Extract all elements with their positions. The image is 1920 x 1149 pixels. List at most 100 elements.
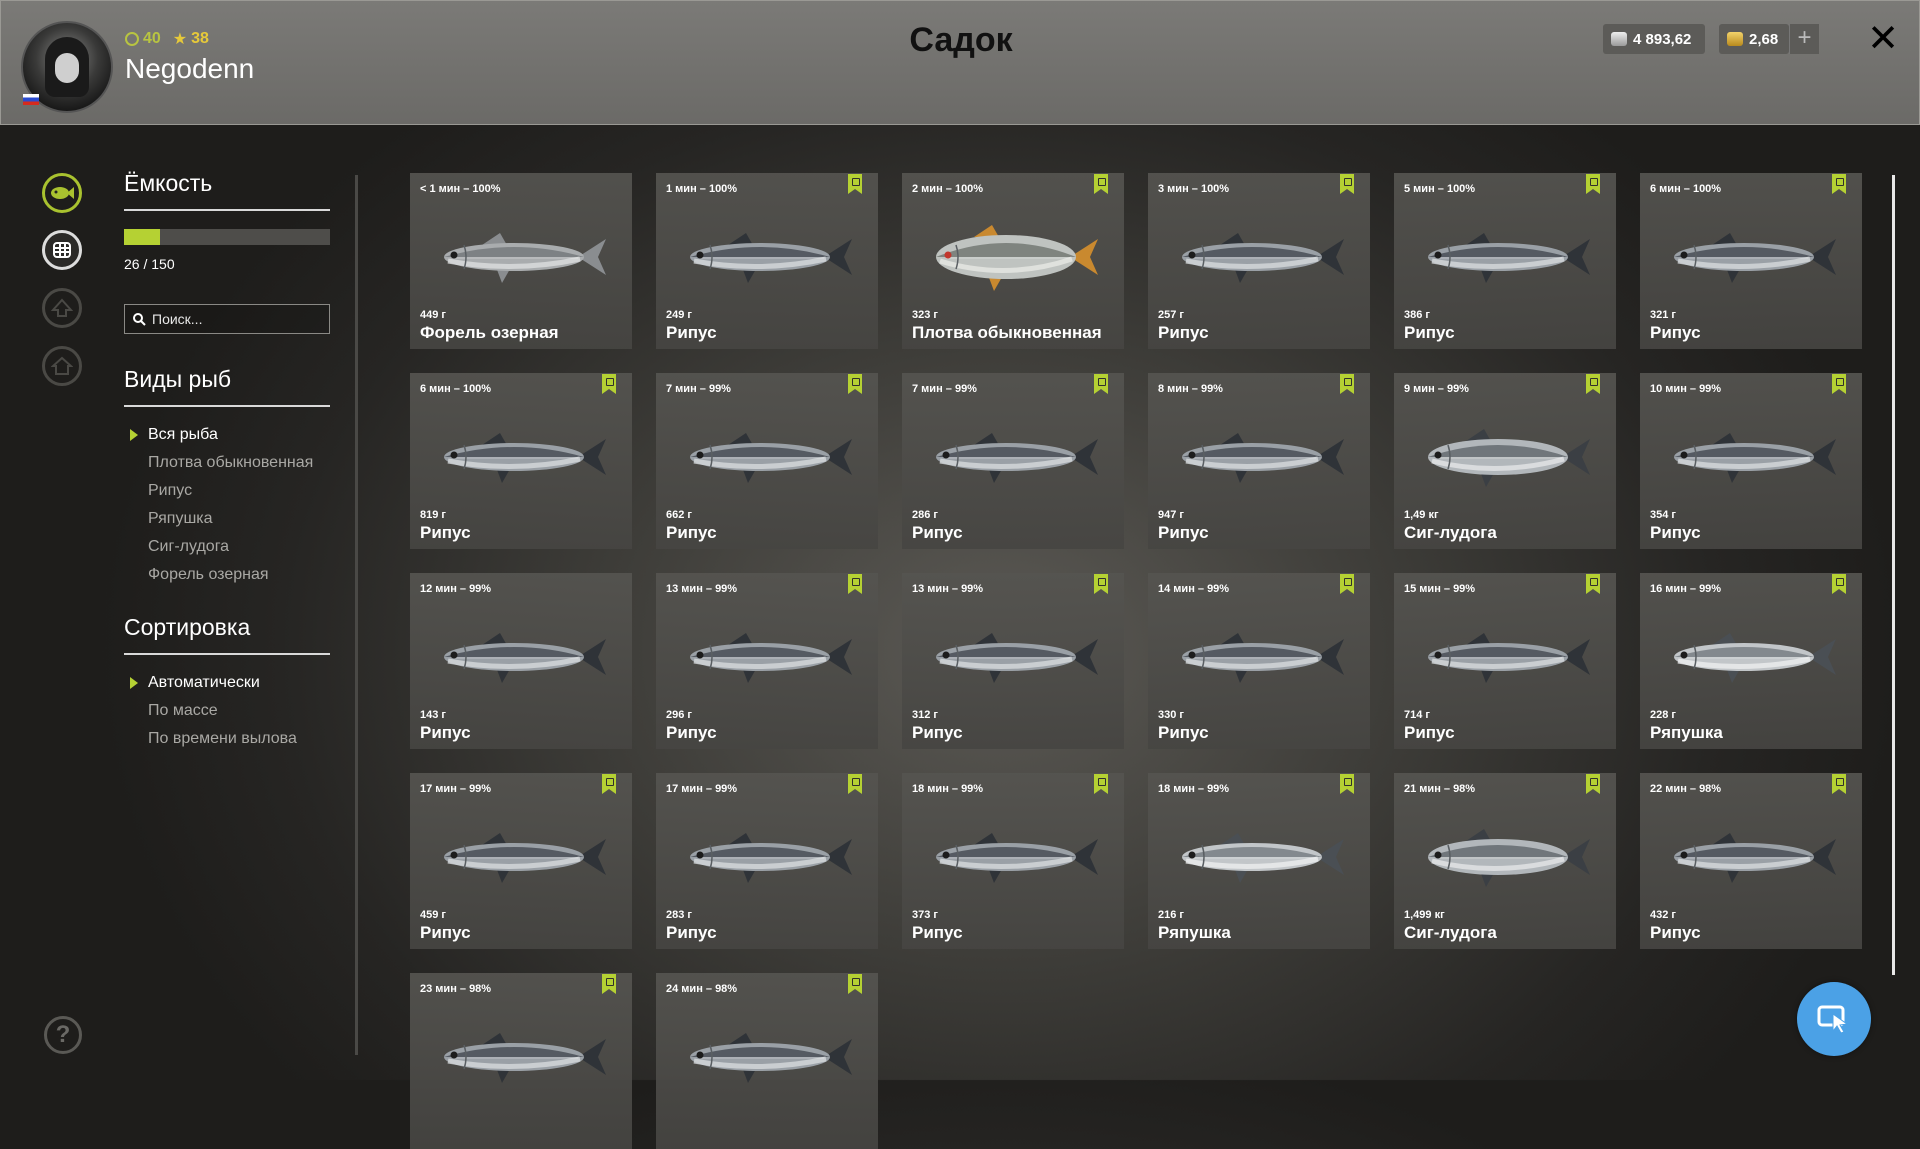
bookmark-icon[interactable] — [848, 974, 862, 994]
catch-time: 22 мин – 98% — [1650, 783, 1722, 795]
fish-card[interactable]: 23 мин – 98% — [410, 973, 632, 1149]
fish-card[interactable]: 13 мин – 99% 312 г Рипус — [902, 573, 1124, 749]
sort-option[interactable]: Автоматически — [124, 669, 330, 697]
fish-image — [1674, 833, 1836, 883]
sorting-title: Сортировка — [124, 614, 330, 655]
cursor-mode-button[interactable] — [1797, 982, 1871, 1056]
fish-image — [690, 633, 852, 683]
help-button[interactable]: ? — [44, 1016, 82, 1054]
fish-card[interactable]: 17 мин – 99% 459 г Рипус — [410, 773, 632, 949]
catch-time: < 1 мин – 100% — [420, 183, 501, 195]
fish-card[interactable]: 24 мин – 98% — [656, 973, 878, 1149]
fish-name: Рипус — [666, 523, 717, 542]
bookmark-icon[interactable] — [1094, 774, 1108, 794]
fish-name: Рипус — [912, 923, 963, 942]
species-filter-option[interactable]: Форель озерная — [124, 561, 330, 589]
sort-option[interactable]: По массе — [124, 697, 330, 725]
fish-card[interactable]: 9 мин – 99% 1,49 кг Сиг-лудога — [1394, 373, 1616, 549]
fish-card[interactable]: 22 мин – 98% 432 г Рипус — [1640, 773, 1862, 949]
panel-divider — [355, 175, 358, 1055]
close-button[interactable]: ✕ — [1865, 20, 1901, 58]
cursor-icon — [1817, 1005, 1849, 1034]
fish-name: Рипус — [1650, 923, 1701, 942]
search-input[interactable]: Поиск... — [124, 304, 330, 334]
fish-weight: 373 г — [912, 909, 938, 921]
fish-icon[interactable] — [42, 173, 82, 213]
fish-card[interactable]: 13 мин – 99% 296 г Рипус — [656, 573, 878, 749]
bookmark-icon[interactable] — [1586, 774, 1600, 794]
bookmark-icon[interactable] — [602, 974, 616, 994]
fish-image — [1182, 633, 1344, 683]
gold-amount: 2,68 — [1749, 30, 1779, 48]
grid-scrollbar[interactable] — [1892, 175, 1895, 975]
fish-image — [444, 633, 606, 683]
bookmark-icon[interactable] — [1094, 374, 1108, 394]
catch-time: 16 мин – 99% — [1650, 583, 1722, 595]
bookmark-icon[interactable] — [1340, 174, 1354, 194]
bookmark-icon[interactable] — [1832, 574, 1846, 594]
bookmark-icon[interactable] — [1094, 574, 1108, 594]
catch-time: 21 мин – 98% — [1404, 783, 1476, 795]
add-currency-button[interactable]: + — [1789, 24, 1819, 54]
bookmark-icon[interactable] — [848, 174, 862, 194]
fish-card[interactable]: 1 мин – 100% 249 г Рипус — [656, 173, 878, 349]
fish-card[interactable]: 16 мин – 99% 228 г Ряпушка — [1640, 573, 1862, 749]
fish-card[interactable]: 6 мин – 100% 819 г Рипус — [410, 373, 632, 549]
bookmark-icon[interactable] — [1340, 774, 1354, 794]
home-icon[interactable] — [42, 346, 82, 386]
fish-name: Рипус — [666, 323, 717, 342]
fish-card[interactable]: 14 мин – 99% 330 г Рипус — [1148, 573, 1370, 749]
species-filter-option[interactable]: Ряпушка — [124, 505, 330, 533]
fish-card[interactable]: 2 мин – 100% 323 г Плотва обыкновенная — [902, 173, 1124, 349]
catch-time: 18 мин – 99% — [912, 783, 984, 795]
fish-image — [936, 225, 1098, 291]
fish-name: Рипус — [420, 523, 471, 542]
fish-card[interactable]: 21 мин – 98% 1,499 кг Сиг-лудога — [1394, 773, 1616, 949]
fish-card[interactable]: 17 мин – 99% 283 г Рипус — [656, 773, 878, 949]
bookmark-icon[interactable] — [1586, 174, 1600, 194]
bookmark-icon[interactable] — [1832, 174, 1846, 194]
bookmark-icon[interactable] — [1832, 374, 1846, 394]
fish-card[interactable]: 3 мин – 100% 257 г Рипус — [1148, 173, 1370, 349]
fish-card[interactable]: 12 мин – 99% 143 г Рипус — [410, 573, 632, 749]
fish-image — [444, 833, 606, 883]
species-filter-option[interactable]: Сиг-лудога — [124, 533, 330, 561]
bookmark-icon[interactable] — [1094, 174, 1108, 194]
bookmark-icon[interactable] — [1586, 574, 1600, 594]
capacity-bar-fill — [124, 229, 160, 245]
fish-card[interactable]: 8 мин – 99% 947 г Рипус — [1148, 373, 1370, 549]
capacity-count: 26 / 150 — [124, 256, 175, 272]
bookmark-icon[interactable] — [1832, 774, 1846, 794]
silver-balance: 4 893,62 — [1603, 24, 1705, 54]
bookmark-icon[interactable] — [1340, 374, 1354, 394]
bookmark-icon[interactable] — [848, 774, 862, 794]
fish-card[interactable]: 7 мин – 99% 286 г Рипус — [902, 373, 1124, 549]
fish-card[interactable]: 10 мин – 99% 354 г Рипус — [1640, 373, 1862, 549]
bookmark-icon[interactable] — [1340, 574, 1354, 594]
fish-card[interactable]: 5 мин – 100% 386 г Рипус — [1394, 173, 1616, 349]
catch-time: 13 мин – 99% — [912, 583, 984, 595]
fish-name: Рипус — [1158, 323, 1209, 342]
fish-card[interactable]: 15 мин – 99% 714 г Рипус — [1394, 573, 1616, 749]
bookmark-icon[interactable] — [602, 374, 616, 394]
species-filter-option[interactable]: Плотва обыкновенная — [124, 449, 330, 477]
species-filter-option[interactable]: Вся рыба — [124, 421, 330, 449]
bookmark-icon[interactable] — [1586, 374, 1600, 394]
fish-card[interactable]: < 1 мин – 100% 449 г Форель озерная — [410, 173, 632, 349]
keepnet-icon[interactable] — [42, 230, 82, 270]
fish-card[interactable]: 6 мин – 100% 321 г Рипус — [1640, 173, 1862, 349]
catch-time: 14 мин – 99% — [1158, 583, 1230, 595]
fish-card[interactable]: 18 мин – 99% 373 г Рипус — [902, 773, 1124, 949]
fish-card[interactable]: 18 мин – 99% 216 г Ряпушка — [1148, 773, 1370, 949]
catch-time: 17 мин – 99% — [666, 783, 738, 795]
sort-option[interactable]: По времени вылова — [124, 725, 330, 753]
fish-card[interactable]: 7 мин – 99% 662 г Рипус — [656, 373, 878, 549]
upgrade-icon[interactable] — [42, 288, 82, 328]
species-filter-option[interactable]: Рипус — [124, 477, 330, 505]
bookmark-icon[interactable] — [848, 574, 862, 594]
fish-image — [690, 233, 852, 283]
fish-weight: 819 г — [420, 509, 446, 521]
capacity-title: Ёмкость — [124, 170, 330, 211]
bookmark-icon[interactable] — [602, 774, 616, 794]
bookmark-icon[interactable] — [848, 374, 862, 394]
